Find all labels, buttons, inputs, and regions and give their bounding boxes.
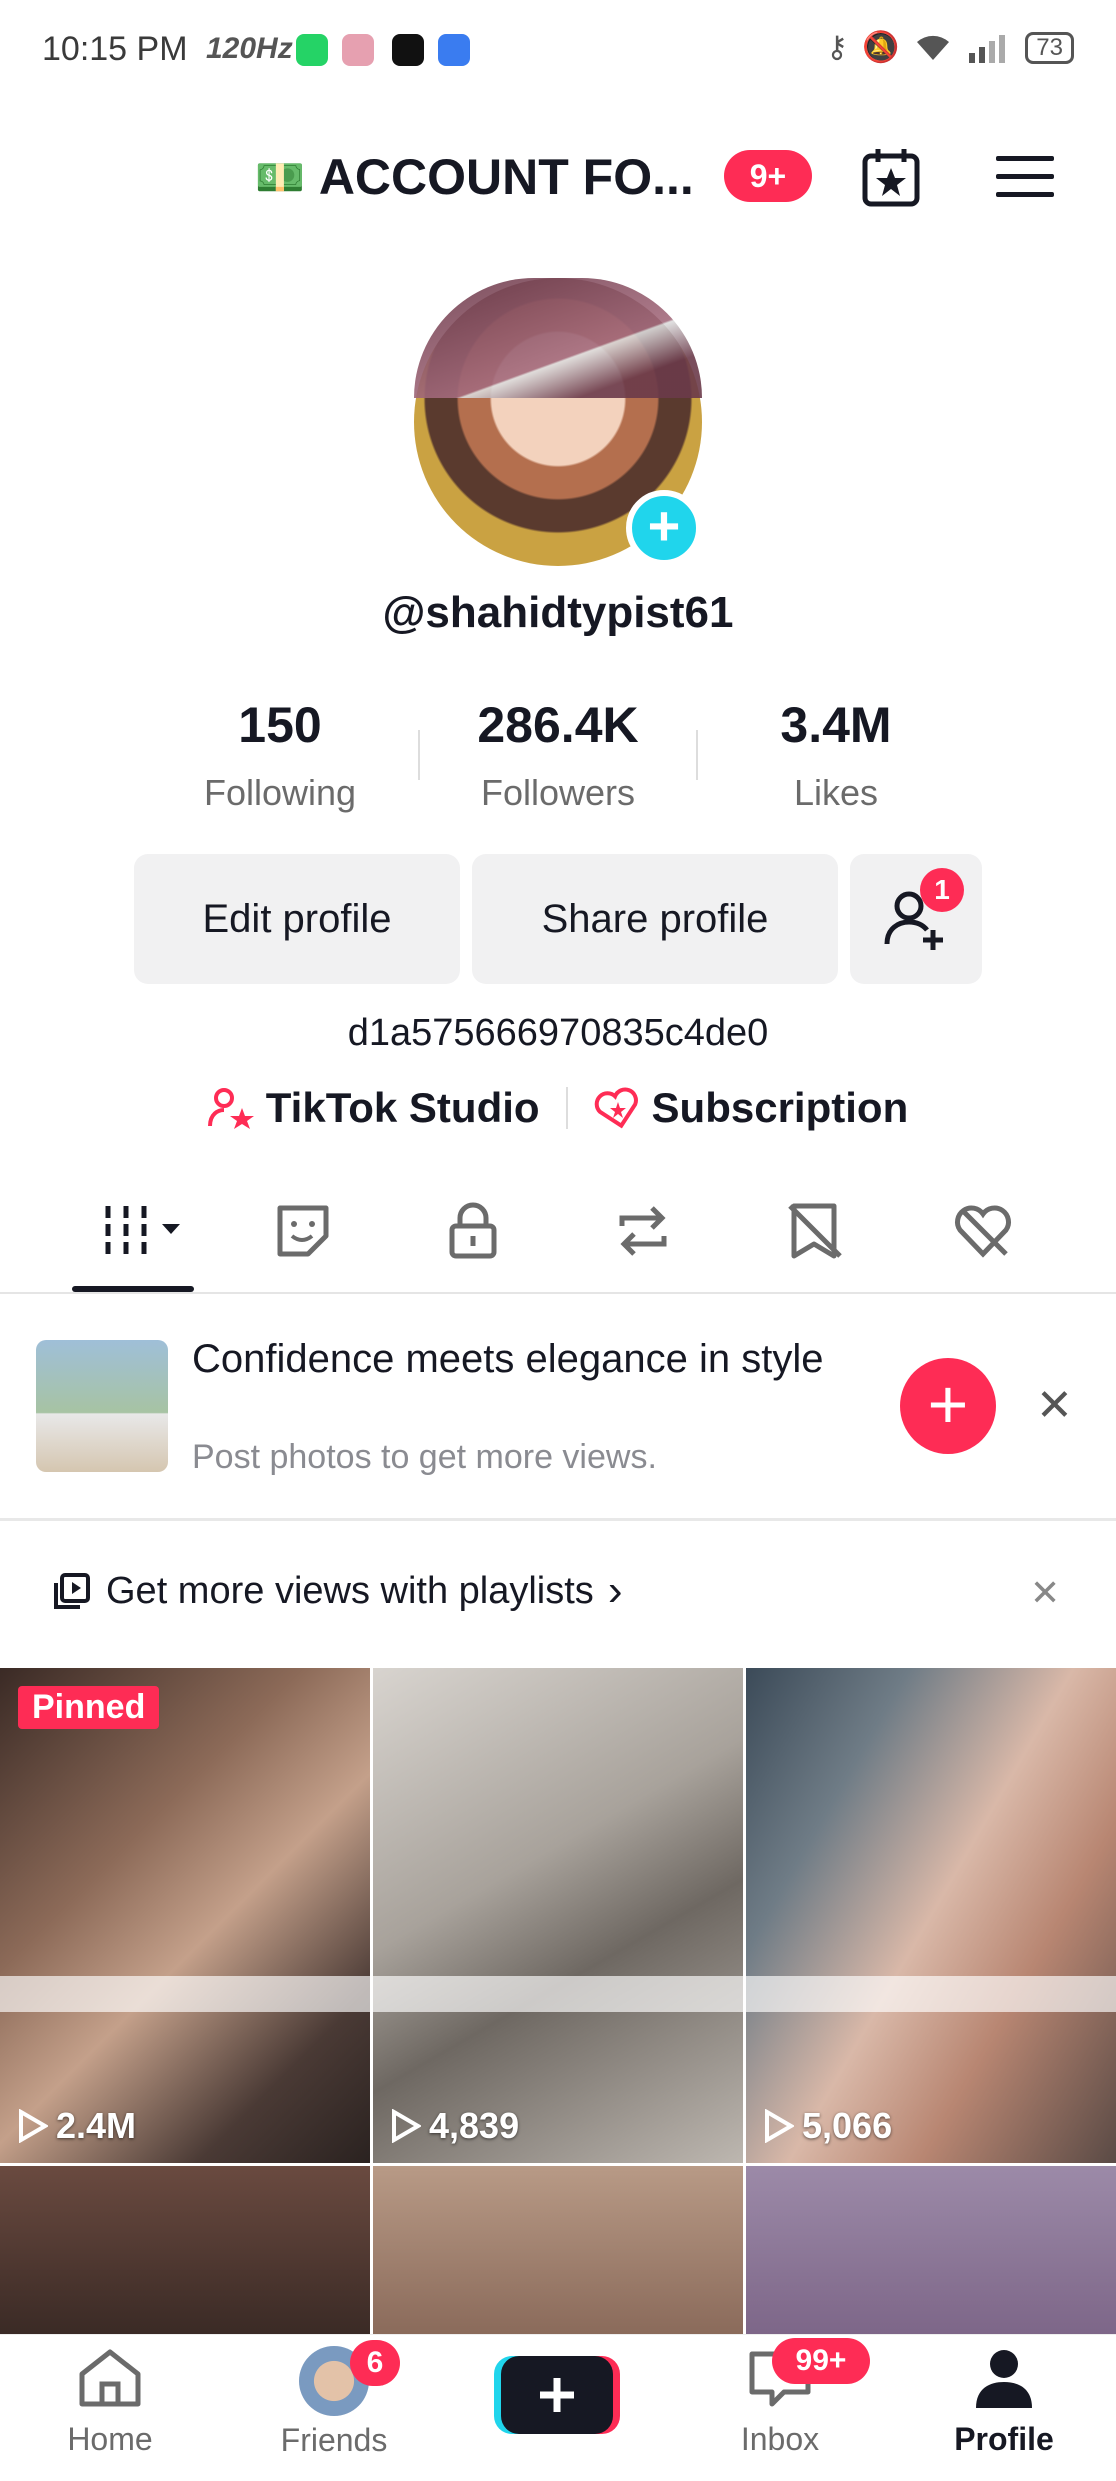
favorites-hidden-tab-icon[interactable]: [784, 1200, 846, 1262]
videos-grid-tab-icon[interactable]: [100, 1200, 190, 1262]
account-switcher[interactable]: 💵 ACCOUNT FO...: [255, 148, 694, 206]
calendar-star-icon[interactable]: [860, 146, 922, 208]
friends-badge: 6: [350, 2340, 400, 2386]
prompt-thumbnail: [36, 1340, 168, 1472]
video-tile[interactable]: [373, 2166, 743, 2336]
view-count-text: 5,066: [802, 2105, 893, 2146]
playlist-suggestion[interactable]: Get more views with playlists ›: [52, 1566, 622, 1616]
video-tile[interactable]: [746, 2166, 1116, 2336]
play-icon: [19, 2109, 48, 2143]
whatsapp-icon: [296, 34, 328, 66]
video-caption-band: [746, 1976, 1116, 2012]
likes-count[interactable]: 3.4M: [686, 696, 986, 754]
profile-links: TikTok Studio Subscription: [0, 1084, 1116, 1132]
followers-count[interactable]: 286.4K: [408, 696, 708, 754]
key-icon: ⚷: [825, 31, 848, 64]
view-count-text: 4,839: [429, 2105, 520, 2146]
refresh-rate: 120Hz: [206, 32, 293, 65]
account-notification-badge: 9+: [724, 150, 812, 202]
subscription-label: Subscription: [651, 1084, 909, 1131]
video-tile[interactable]: 5,066: [746, 1668, 1116, 2163]
status-bar: 10:15 PM 120Hz ⚷ 🔕 73: [0, 0, 1116, 100]
video-caption-band: [0, 1976, 370, 2012]
followers-label: Followers: [480, 772, 636, 813]
nav-profile[interactable]: Profile: [914, 2346, 1094, 2458]
plus-icon: [494, 2356, 620, 2434]
prompt-subtitle: Post photos to get more views.: [192, 1438, 657, 1476]
profile-username: @shahidtypist61: [382, 588, 734, 637]
account-title: ACCOUNT FO...: [318, 149, 694, 205]
add-friends-badge: 1: [920, 868, 964, 912]
subscription-heart-icon: [594, 1087, 638, 1129]
play-icon: [765, 2109, 794, 2143]
video-caption-band: [373, 1976, 743, 2012]
close-icon[interactable]: ✕: [1030, 1572, 1060, 1614]
following-label: Following: [203, 772, 357, 813]
tiktok-studio-link[interactable]: TikTok Studio: [207, 1084, 540, 1132]
view-count: 2.4M: [18, 2105, 136, 2147]
inbox-badge: 99+: [772, 2338, 870, 2384]
share-profile-button[interactable]: Share profile: [472, 854, 838, 984]
nav-home-label: Home: [67, 2421, 153, 2457]
nav-inbox-label: Inbox: [740, 2421, 820, 2457]
likes-label: Likes: [793, 772, 879, 813]
tabs-divider: [0, 1292, 1116, 1294]
close-icon[interactable]: ✕: [1036, 1380, 1073, 1431]
nav-friends-label: Friends: [280, 2422, 388, 2458]
prompt-divider: [0, 1518, 1116, 1521]
add-friends-button[interactable]: [850, 854, 982, 984]
video-tile[interactable]: [0, 2166, 370, 2336]
sticker-tab-icon[interactable]: [272, 1200, 334, 1262]
status-time: 10:15 PM: [42, 30, 188, 68]
playlist-icon: [54, 1573, 90, 1609]
nav-profile-label: Profile: [954, 2421, 1054, 2457]
home-icon: [79, 2349, 141, 2407]
mute-bell-icon: 🔕: [861, 31, 900, 64]
app-avatar-icon: [342, 34, 374, 66]
money-emoji-icon: 💵: [255, 155, 305, 200]
lock-tab-icon[interactable]: [442, 1200, 504, 1262]
view-count: 4,839: [391, 2105, 519, 2147]
play-icon: [392, 2109, 421, 2143]
nav-home[interactable]: Home: [20, 2346, 200, 2458]
menu-icon[interactable]: [996, 152, 1054, 202]
signal-icon: [969, 34, 1006, 63]
wifi-icon: [917, 35, 950, 60]
view-count: 5,066: [764, 2105, 892, 2147]
video-tile[interactable]: 4,839: [373, 1668, 743, 2163]
view-count-text: 2.4M: [56, 2105, 137, 2146]
playlist-label: Get more views with playlists: [106, 1569, 594, 1612]
studio-person-star-icon: [207, 1088, 254, 1129]
subscription-link[interactable]: Subscription: [594, 1084, 909, 1132]
vpn-app-icon: [438, 34, 470, 66]
tiktok-icon: [392, 34, 424, 66]
pinned-badge: Pinned: [18, 1686, 160, 1729]
repost-tab-icon[interactable]: [612, 1200, 674, 1262]
video-tile[interactable]: 2.4M: [0, 1668, 370, 2163]
prompt-title: Confidence meets elegance in style: [192, 1337, 824, 1381]
link-divider: [565, 1087, 568, 1129]
following-count[interactable]: 150: [130, 696, 430, 754]
status-icons: ⚷ 🔕 73: [826, 30, 1074, 65]
avatar-hat-detail: [414, 278, 702, 398]
tiktok-studio-label: TikTok Studio: [265, 1084, 540, 1131]
profile-person-icon: [976, 2350, 1032, 2408]
liked-hidden-tab-icon[interactable]: [952, 1200, 1014, 1262]
profile-bio: d1a575666970835c4de0: [347, 1012, 769, 1054]
post-photo-plus-button[interactable]: +: [900, 1358, 996, 1454]
add-story-plus-icon[interactable]: +: [626, 490, 702, 566]
edit-profile-button[interactable]: Edit profile: [134, 854, 460, 984]
chevron-right-icon: ›: [607, 1566, 623, 1615]
create-post-button[interactable]: [494, 2352, 620, 2436]
battery-indicator: 73: [1025, 31, 1074, 64]
